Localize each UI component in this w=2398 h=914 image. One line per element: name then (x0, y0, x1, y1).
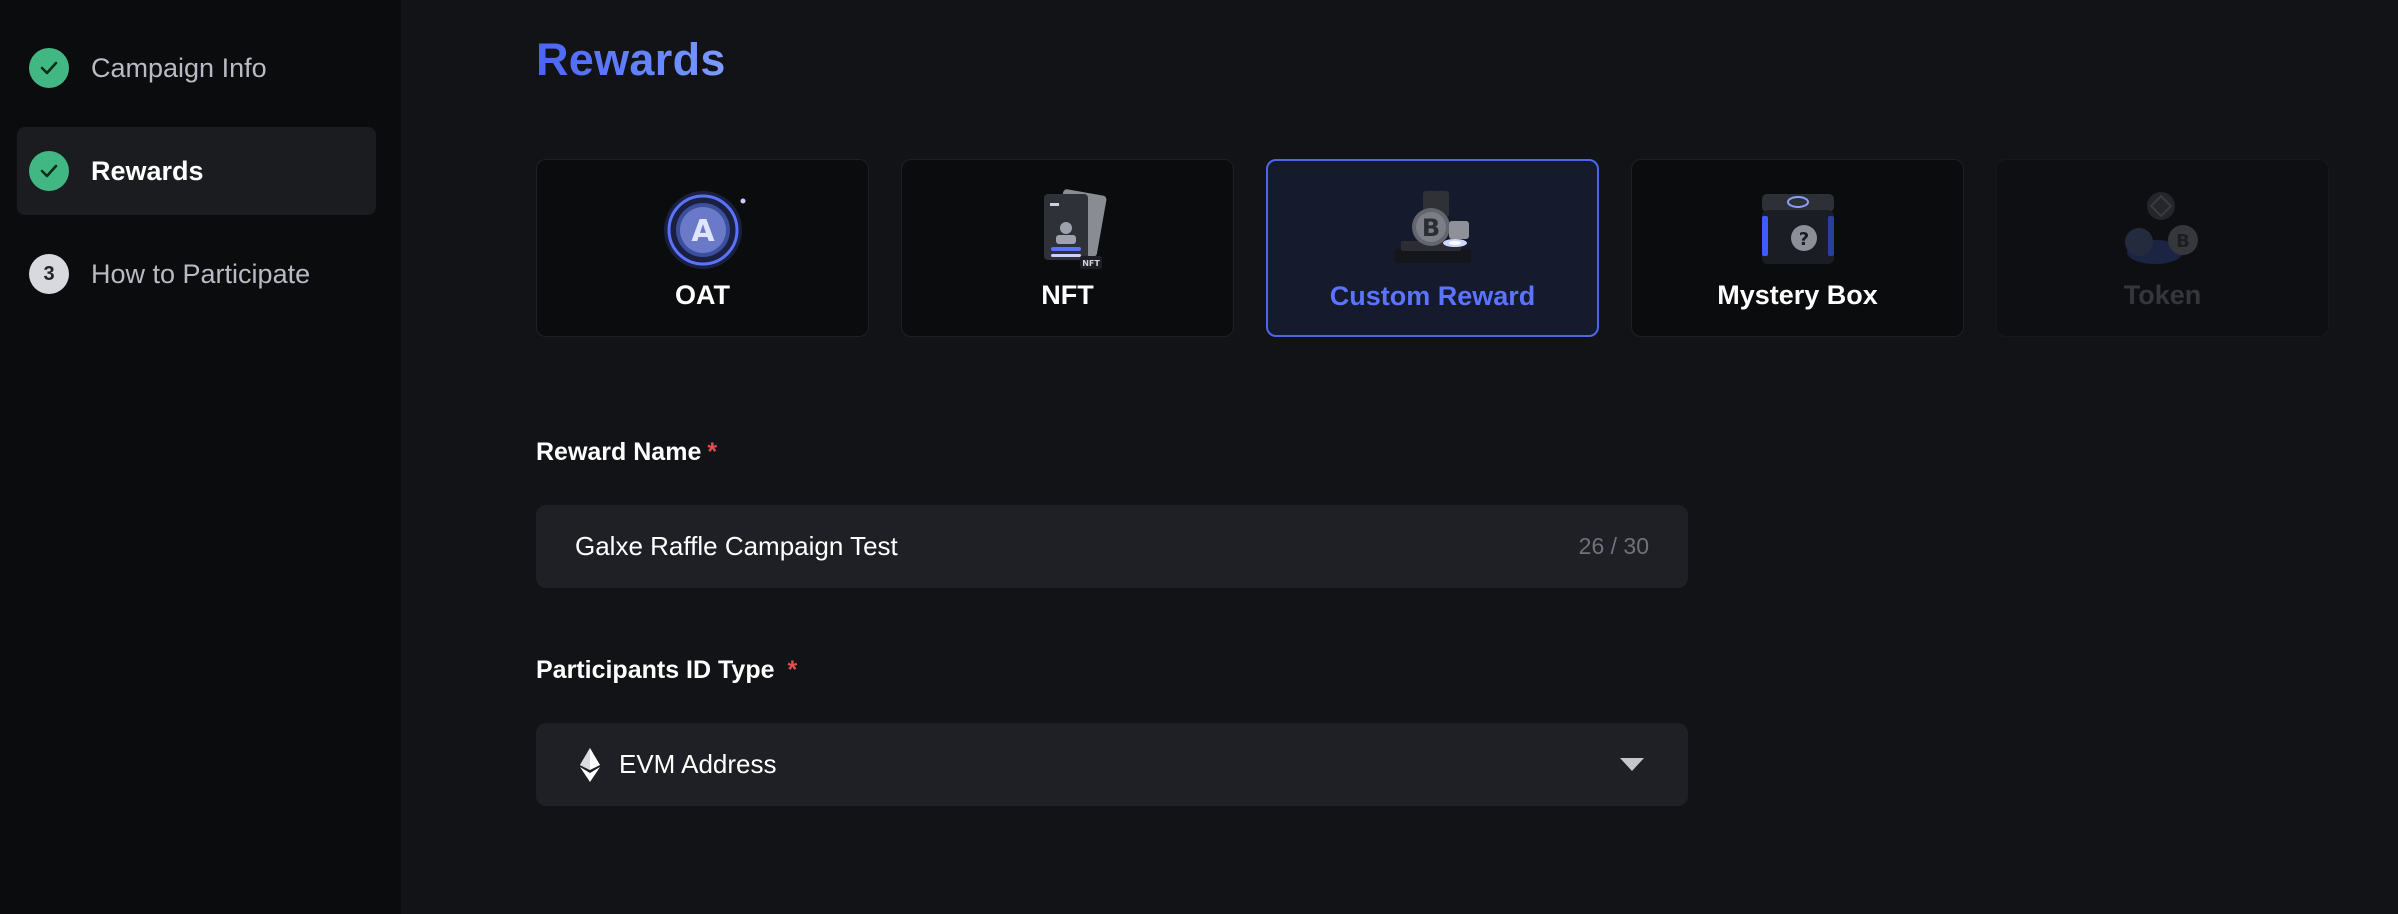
mystery-box-icon: ? (1748, 186, 1848, 272)
reward-type-label: NFT (1041, 280, 1094, 310)
svg-text:B: B (1421, 214, 1439, 242)
character-counter: 26 / 30 (1578, 533, 1649, 559)
reward-name-input[interactable]: Galxe Raffle Campaign Test 26 / 30 (536, 505, 1688, 588)
reward-name-label: Reward Name * (536, 438, 717, 467)
page-title: Rewards (536, 34, 726, 85)
reward-type-oat-card[interactable]: A OAT (536, 159, 869, 337)
reward-type-custom-reward-card[interactable]: B Custom Reward (1266, 159, 1599, 337)
step-label: How to Participate (91, 258, 311, 289)
step-label: Campaign Info (91, 52, 267, 83)
reward-type-label: Mystery Box (1717, 280, 1878, 310)
participants-id-type-label: Participants ID Type * (536, 656, 797, 685)
custom-reward-bitcoin-icon: B (1383, 187, 1483, 273)
reward-name-value: Galxe Raffle Campaign Test (575, 531, 898, 561)
ethereum-icon (580, 747, 600, 782)
reward-type-mystery-box-card[interactable]: ? Mystery Box (1631, 159, 1964, 337)
required-marker: * (787, 656, 798, 684)
participants-id-type-value: EVM Address (619, 749, 777, 779)
sidebar: Campaign Info Rewards 3 How to Participa… (0, 0, 401, 914)
check-icon (29, 48, 69, 88)
svg-text:B: B (2176, 231, 2190, 252)
step-campaign-info[interactable]: Campaign Info (17, 24, 376, 112)
oat-badge-icon: A (653, 186, 753, 272)
step-rewards[interactable]: Rewards (17, 127, 376, 215)
reward-type-nft-card[interactable]: NFT NFT (901, 159, 1234, 337)
chevron-down-icon[interactable] (1620, 757, 1644, 772)
step-number-badge: 3 (29, 254, 69, 294)
reward-type-label: Custom Reward (1329, 281, 1536, 311)
reward-name-label-text: Reward Name (536, 438, 702, 466)
reward-type-label: Token (2123, 280, 2202, 310)
svg-text:NFT: NFT (1082, 259, 1100, 268)
svg-text:?: ? (1798, 229, 1808, 250)
reward-type-label: OAT (675, 280, 730, 310)
step-how-to-participate[interactable]: 3 How to Participate (17, 230, 376, 318)
nft-card-icon: NFT (1018, 186, 1118, 272)
participants-id-type-select[interactable]: EVM Address (536, 723, 1688, 806)
step-label: Rewards (91, 155, 204, 186)
token-coins-icon: B (2113, 186, 2213, 272)
check-icon (29, 151, 69, 191)
reward-type-token-card[interactable]: B Token (1996, 159, 2329, 337)
required-marker: * (707, 438, 718, 466)
participants-id-type-label-text: Participants ID Type (536, 656, 775, 684)
svg-text:A: A (691, 214, 715, 249)
main-content: Rewards A OAT NFT NFT B Custom Reward ? … (401, 0, 2398, 914)
